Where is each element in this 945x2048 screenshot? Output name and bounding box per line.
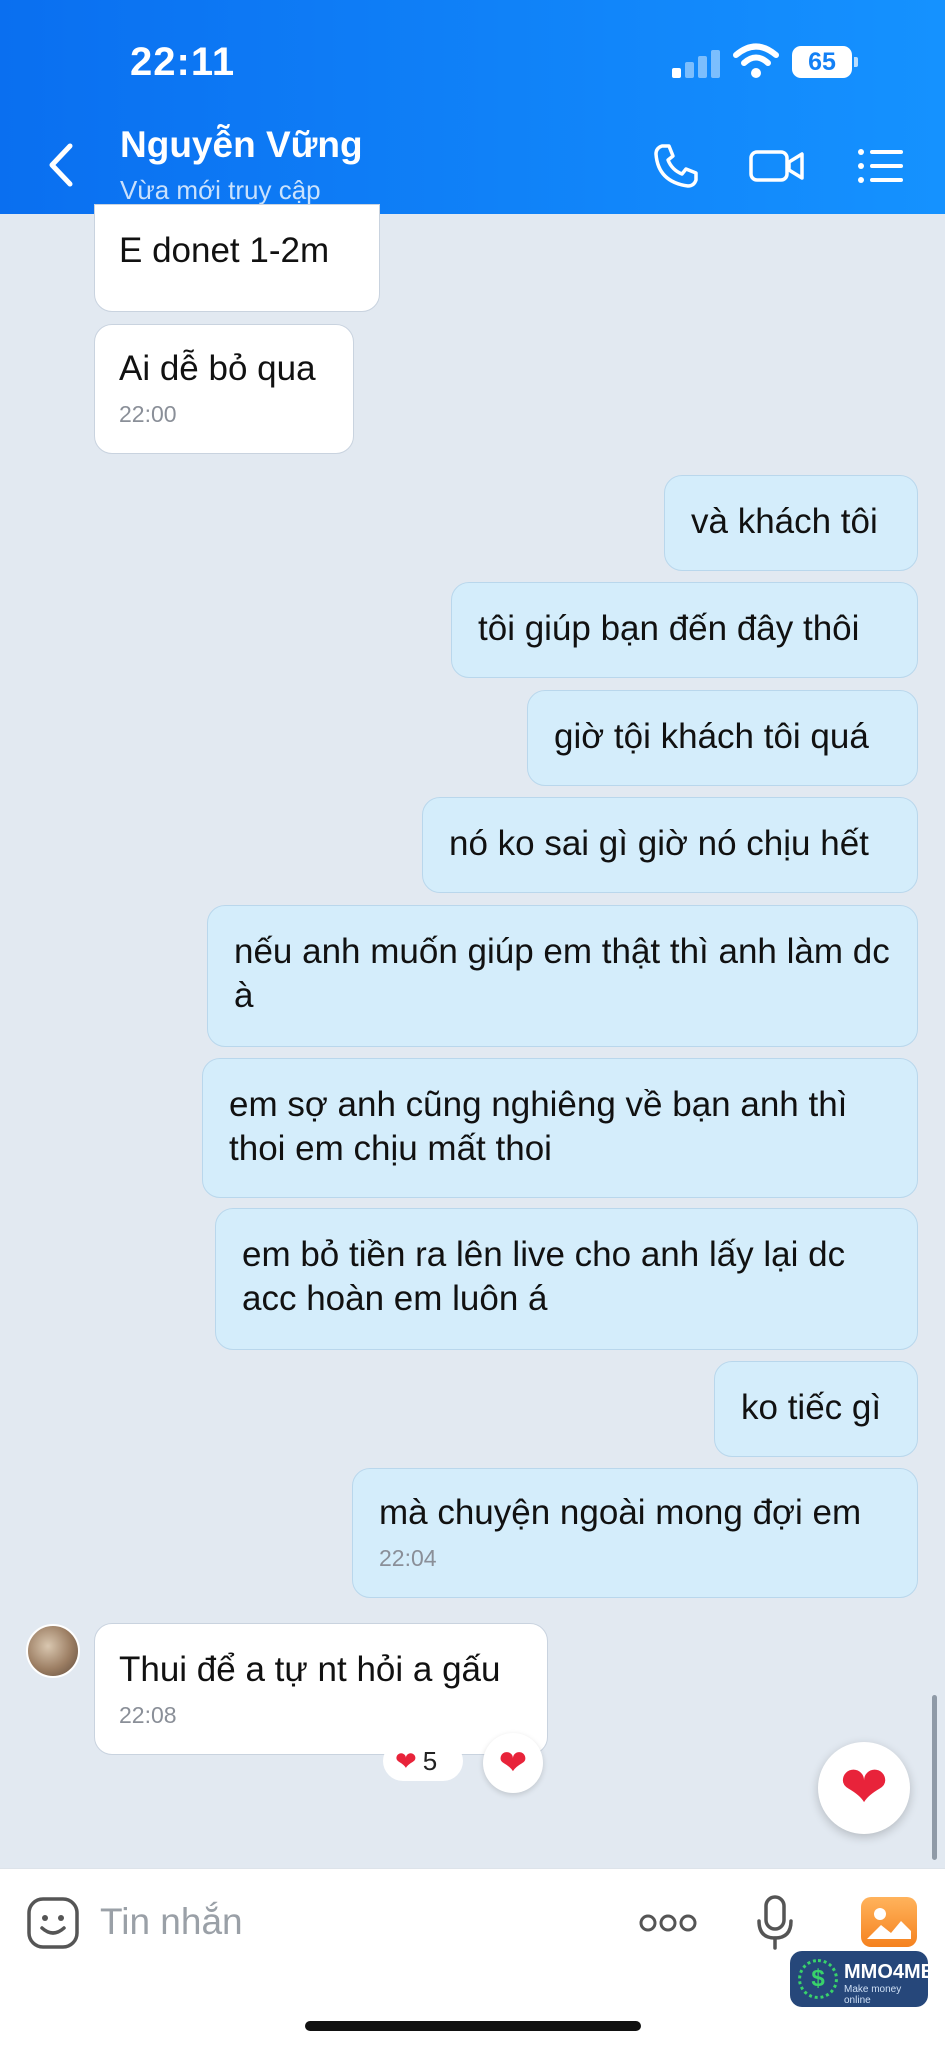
message-bubble-outgoing[interactable]: mà chuyện ngoài mong đợi em 22:04	[352, 1468, 918, 1598]
contact-name[interactable]: Nguyễn Vững	[120, 124, 363, 166]
home-indicator[interactable]	[305, 2021, 641, 2031]
message-time: 22:04	[379, 1545, 437, 1571]
watermark-subtitle: Make money online	[844, 1984, 902, 2006]
message-text: tôi giúp bạn đến đây thôi	[478, 609, 860, 648]
scrollbar[interactable]	[932, 1695, 937, 1860]
back-chevron-icon[interactable]	[44, 140, 80, 190]
message-text: Thui để a tự nt hỏi a gấu	[119, 1650, 501, 1689]
message-bubble-outgoing[interactable]: em bỏ tiền ra lên live cho anh lấy lại d…	[215, 1208, 918, 1350]
battery-indicator: 65	[792, 46, 858, 78]
menu-list-icon[interactable]	[855, 140, 907, 192]
contact-avatar[interactable]	[26, 1624, 80, 1678]
microphone-icon[interactable]	[755, 1894, 795, 1952]
message-time: 22:08	[119, 1702, 177, 1728]
mmo4me-watermark-logo: $ MMO4ME Make money online	[790, 1951, 934, 2007]
coin-icon: $	[798, 1959, 838, 1999]
wifi-icon	[733, 43, 779, 78]
quick-heart-button[interactable]: ❤	[818, 1742, 910, 1834]
video-call-icon[interactable]	[748, 140, 806, 192]
chat-header: 22:11 65 Nguyễn Vững Vừa mới truy cập	[0, 0, 945, 214]
message-bubble-outgoing[interactable]: ko tiếc gì	[714, 1361, 918, 1457]
message-text: E donet 1-2m	[119, 231, 330, 270]
message-text: nó ko sai gì giờ nó chịu hết	[449, 824, 869, 863]
message-text: giờ tội khách tôi quá	[554, 717, 869, 756]
message-bubble-incoming[interactable]: Ai dễ bỏ qua 22:00	[94, 324, 354, 454]
message-composer: $ MMO4ME Make money online	[0, 1868, 945, 2048]
message-bubble-incoming[interactable]: E donet 1-2m	[94, 204, 380, 312]
reaction-count: 5	[422, 1746, 438, 1776]
sticker-icon[interactable]	[26, 1896, 80, 1950]
status-time: 22:11	[130, 40, 236, 84]
reaction-count-badge[interactable]: ❤ 5	[383, 1741, 463, 1781]
contact-status: Vừa mới truy cập	[120, 175, 321, 205]
gallery-icon[interactable]	[861, 1897, 917, 1947]
message-bubble-outgoing[interactable]: và khách tôi	[664, 475, 918, 571]
message-bubble-outgoing[interactable]: nó ko sai gì giờ nó chịu hết	[422, 797, 918, 893]
message-bubble-outgoing[interactable]: giờ tội khách tôi quá	[527, 690, 918, 786]
cellular-signal-icon	[672, 48, 722, 78]
message-input[interactable]	[100, 1891, 600, 1953]
phone-icon[interactable]	[650, 140, 702, 192]
watermark-title: MMO4ME	[844, 1961, 934, 1983]
message-bubble-outgoing[interactable]: em sợ anh cũng nghiêng về bạn anh thì th…	[202, 1058, 918, 1198]
message-text: Ai dễ bỏ qua	[119, 349, 316, 388]
message-text: em bỏ tiền ra lên live cho anh lấy lại d…	[242, 1235, 846, 1318]
react-heart-button[interactable]: ❤	[483, 1733, 543, 1793]
message-text: và khách tôi	[691, 502, 878, 541]
message-bubble-outgoing[interactable]: tôi giúp bạn đến đây thôi	[451, 582, 918, 678]
message-text: nếu anh muốn giúp em thật thì anh làm dc…	[234, 932, 890, 1015]
message-text: mà chuyện ngoài mong đợi em	[379, 1493, 862, 1532]
heart-icon: ❤	[395, 1746, 417, 1776]
message-time: 22:00	[119, 401, 177, 427]
message-text: ko tiếc gì	[741, 1388, 882, 1427]
message-bubble-incoming[interactable]: Thui để a tự nt hỏi a gấu 22:08	[94, 1623, 548, 1755]
message-bubble-outgoing[interactable]: nếu anh muốn giúp em thật thì anh làm dc…	[207, 905, 918, 1047]
message-text: em sợ anh cũng nghiêng về bạn anh thì th…	[229, 1085, 848, 1168]
more-options-icon[interactable]	[638, 1913, 698, 1933]
